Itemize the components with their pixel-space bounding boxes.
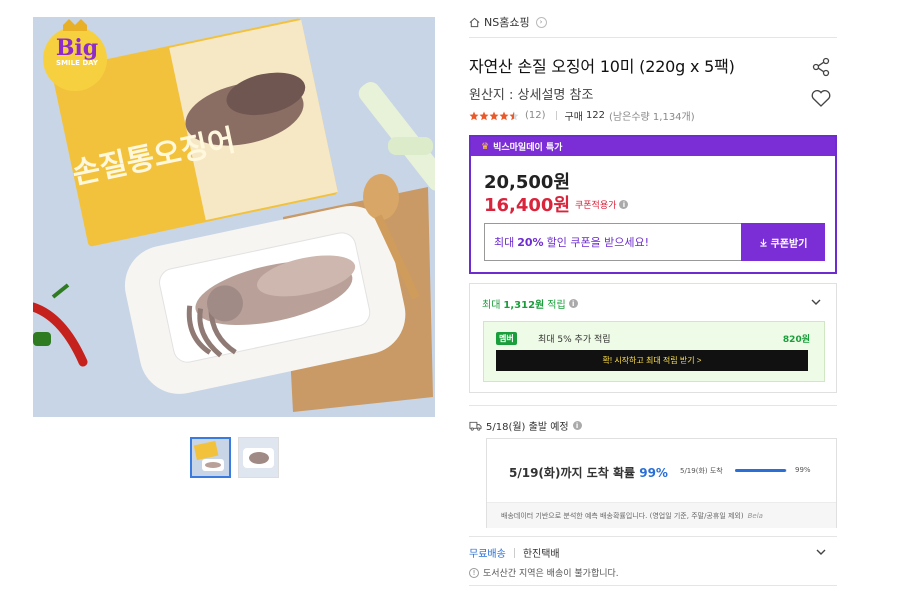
star-rating xyxy=(469,111,519,121)
chevron-down-icon[interactable] xyxy=(810,296,822,308)
max-points-row[interactable]: 최대 1,312원 적립 i xyxy=(482,296,578,311)
badge-big: Big xyxy=(55,35,99,61)
arrival-probability-bar xyxy=(735,469,787,472)
delivery-estimate-box: 5/19(화)까지 도착 확률 99% 5/19(화) 도착 99% 배송데이터… xyxy=(486,438,837,528)
thumbnail-image xyxy=(192,439,229,476)
coupon-price: 16,400원 xyxy=(484,195,571,216)
seller-name: NS홈쇼핑 xyxy=(484,16,530,29)
divider xyxy=(469,405,837,406)
points-box: 최대 1,312원 적립 i 멤버 최대 5% 추가 적립 820원 확! 시작… xyxy=(469,283,837,393)
arrival-probability: 5/19(화)까지 도착 확률 99% xyxy=(509,464,668,481)
deal-header: ♛ 빅스마일데이 특가 xyxy=(471,137,835,156)
purchase-label: 구매 xyxy=(564,112,583,123)
product-main-image[interactable]: 손질통오징어 Big SMILE DAY xyxy=(33,17,435,417)
dispatch-row: 5/18(월) 출발 예정 i xyxy=(469,418,582,433)
divider xyxy=(469,536,837,537)
delivery-footnote-text: 배송데이터 기반으로 분석한 예측 배송확률입니다. (영업일 기준, 주말/공… xyxy=(501,511,744,520)
share-icon[interactable] xyxy=(810,56,832,78)
chevron-right-icon: › xyxy=(535,16,547,28)
points-prefix: 최대 xyxy=(482,300,501,311)
arrival-probability-fill xyxy=(735,469,787,472)
product-photo: 손질통오징어 xyxy=(33,17,435,417)
shipping-notice: ! 도서산간 지역은 배송이 불가합니다. xyxy=(469,566,619,579)
divider xyxy=(469,37,837,38)
points-amount: 1,312원 xyxy=(503,300,545,311)
divider xyxy=(513,547,515,558)
purchase-count: 122 xyxy=(585,110,606,121)
membership-start-button[interactable]: 확! 시작하고 최대 적립 받기 > xyxy=(496,350,808,371)
divider xyxy=(469,585,837,586)
coupon-price-note: 쿠폰적용가 i xyxy=(575,198,629,211)
arrival-bar-label: 5/19(화) 도착 xyxy=(680,467,723,475)
free-shipping-label: 무료배송 xyxy=(469,549,506,560)
dispatch-date: 5/18(월) 출발 예정 xyxy=(486,422,569,433)
badge-sub: SMILE DAY xyxy=(56,59,98,67)
membership-box: 멤버 최대 5% 추가 적립 820원 확! 시작하고 최대 적립 받기 > xyxy=(483,321,825,382)
rating-row: (12) 구매 122 (남은수량 1,134개) xyxy=(469,108,695,123)
arrival-bar-percent: 99% xyxy=(795,466,811,474)
special-deal-box: ♛ 빅스마일데이 특가 20,500원 16,400원 쿠폰적용가 i 최대 2… xyxy=(469,135,837,274)
download-icon xyxy=(759,238,767,247)
member-points-amount: 820원 xyxy=(782,335,810,345)
download-coupon-label: 쿠폰받기 xyxy=(770,238,808,250)
star-icon xyxy=(499,111,509,121)
chevron-down-icon[interactable] xyxy=(815,546,827,558)
shipping-method-row: 무료배송 한진택배 xyxy=(469,545,560,560)
points-suffix: 적립 xyxy=(547,300,566,311)
thumbnail-image xyxy=(239,438,278,477)
star-icon xyxy=(469,111,479,121)
courier-name: 한진택배 xyxy=(522,549,560,560)
coupon-promo-suffix: 할인 쿠폰을 받으세요! xyxy=(546,236,650,249)
thumbnail-strip xyxy=(190,437,279,478)
coupon-promo-banner: 최대 20% 할인 쿠폰을 받으세요! xyxy=(484,223,742,261)
arrival-percent: 99% xyxy=(639,466,668,480)
home-icon xyxy=(469,17,480,27)
product-origin: 원산지 : 상세설명 참조 xyxy=(469,88,594,103)
remaining-stock: (남은수량 1,134개) xyxy=(609,112,695,123)
star-icon xyxy=(479,111,489,121)
member-benefit: 최대 5% 추가 적립 xyxy=(538,335,611,345)
member-badge: 멤버 xyxy=(496,332,517,345)
deal-header-label: 빅스마일데이 특가 xyxy=(493,143,563,153)
crown-icon: ♛ xyxy=(481,141,490,152)
divider xyxy=(555,111,557,120)
thumbnail-2[interactable] xyxy=(238,437,279,478)
info-icon[interactable]: i xyxy=(568,299,578,308)
download-coupon-button[interactable]: 쿠폰받기 xyxy=(741,223,825,261)
arrival-text: 5/19(화)까지 도착 확률 xyxy=(509,466,636,480)
coupon-promo-percent: 20% xyxy=(517,235,544,249)
notice-icon: ! xyxy=(469,567,479,578)
delivery-data-brand: Bela xyxy=(747,511,763,520)
coupon-promo-prefix: 최대 xyxy=(494,236,515,249)
delivery-footnote: 배송데이터 기반으로 분석한 예측 배송확률입니다. (영업일 기준, 주말/공… xyxy=(487,502,836,528)
big-smile-day-badge: Big SMILE DAY xyxy=(53,37,101,68)
star-icon xyxy=(509,111,519,121)
product-title: 자연산 손질 오징어 10미 (220g x 5팩) xyxy=(469,57,735,76)
truck-icon xyxy=(469,421,482,431)
review-count[interactable]: (12) xyxy=(525,110,546,121)
seller-link[interactable]: NS홈쇼핑 › xyxy=(469,14,547,30)
info-icon[interactable]: i xyxy=(572,421,582,430)
shipping-notice-text: 도서산간 지역은 배송이 불가합니다. xyxy=(483,569,619,579)
heart-icon[interactable] xyxy=(810,87,832,109)
info-icon[interactable]: i xyxy=(619,200,629,209)
star-icon xyxy=(489,111,499,121)
coupon-price-label: 쿠폰적용가 xyxy=(575,201,617,211)
thumbnail-1[interactable] xyxy=(190,437,231,478)
